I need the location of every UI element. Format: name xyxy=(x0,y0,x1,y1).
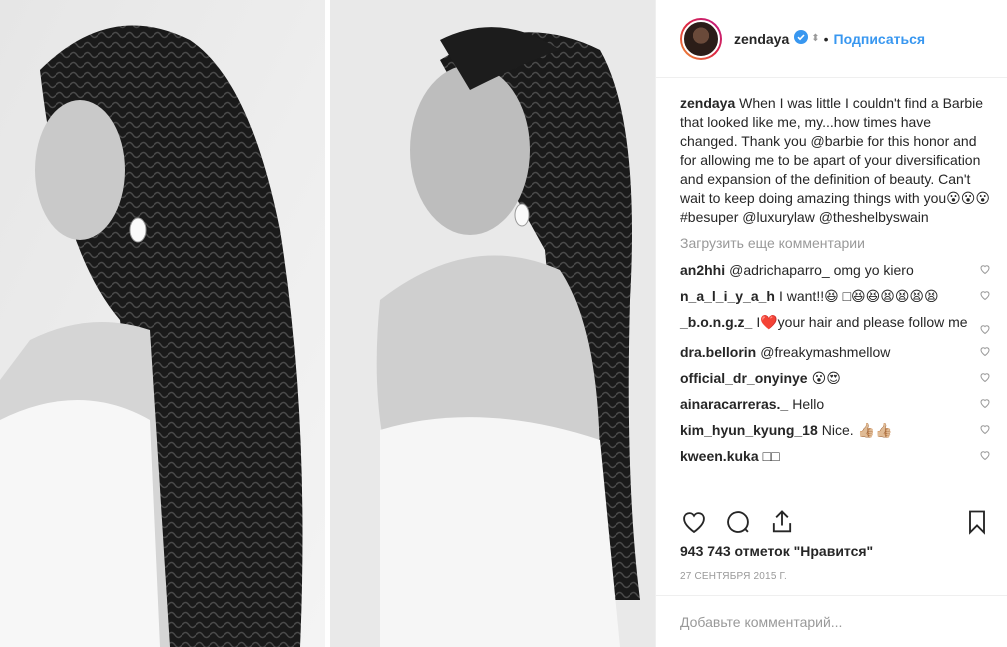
like-comment-heart-icon[interactable] xyxy=(979,449,991,461)
comments-list: zendaya When I was little I couldn't fin… xyxy=(656,78,1007,498)
like-comment-heart-icon[interactable] xyxy=(979,371,991,383)
like-comment-heart-icon[interactable] xyxy=(979,323,991,335)
like-comment-heart-icon[interactable] xyxy=(979,423,991,435)
likes-count[interactable]: 943 743 отметок "Нравится" xyxy=(680,543,873,559)
comment-username[interactable]: dra.bellorin xyxy=(680,344,756,360)
comment-row: dra.bellorin @freakymashmellow xyxy=(680,339,991,365)
avatar[interactable] xyxy=(680,17,722,60)
comment-username[interactable]: kim_hyun_kyung_18 xyxy=(680,422,818,438)
comment-username[interactable]: ainaracarreras._ xyxy=(680,396,788,412)
comment-row: kim_hyun_kyung_18 Nice. 👍🏼👍🏼 xyxy=(680,417,991,443)
share-icon[interactable] xyxy=(768,508,796,536)
like-comment-heart-icon[interactable] xyxy=(979,345,991,357)
like-comment-heart-icon[interactable] xyxy=(979,289,991,301)
post-image-illustration xyxy=(0,0,655,647)
comment-row: official_dr_onyinye 😮😍 xyxy=(680,365,991,391)
add-comment-placeholder[interactable]: Добавьте комментарий... xyxy=(680,614,842,630)
comment-row: _b.o.n.g.z_ I❤️your hair and please follo… xyxy=(680,309,991,339)
comment-text: I❤️your hair and please follow me xyxy=(756,314,968,330)
comment-text: 😮😍 xyxy=(811,370,841,386)
load-more-comments-button[interactable]: Загрузить еще комментарии xyxy=(680,235,991,251)
follow-button[interactable]: Подписаться xyxy=(834,31,926,47)
comment-text: @freakymashmellow xyxy=(760,344,891,360)
post-actions xyxy=(680,504,991,540)
post-sidebar: zendaya ⬍ • Подписаться zendaya When I w… xyxy=(655,0,1007,647)
comment-text: Nice. 👍🏼👍🏼 xyxy=(821,422,893,438)
post-caption: zendaya When I was little I couldn't fin… xyxy=(680,94,991,227)
like-comment-heart-icon[interactable] xyxy=(979,397,991,409)
comment-icon[interactable] xyxy=(724,508,752,536)
heart-icon[interactable] xyxy=(680,508,708,536)
comment-username[interactable]: an2hhi xyxy=(680,262,725,278)
comment-text: I want!!😆 □😆😆😫😫😫😫 xyxy=(778,288,939,304)
chevron-down-icon[interactable]: ⬍ xyxy=(811,33,819,44)
caption-text: When I was little I couldn't find a Barb… xyxy=(680,95,990,225)
like-comment-heart-icon[interactable] xyxy=(979,263,991,275)
comment-text: □□ xyxy=(762,448,780,464)
bookmark-icon[interactable] xyxy=(963,508,991,536)
caption-username[interactable]: zendaya xyxy=(680,95,735,111)
comment-username[interactable]: _b.o.n.g.z_ xyxy=(680,314,752,330)
post-date: 27 СЕНТЯБРЯ 2015 Г. xyxy=(680,571,787,582)
comment-text: Hello xyxy=(792,396,825,412)
comment-row: an2hhi @adrichaparro_ omg yo kiero xyxy=(680,257,991,283)
post-photo[interactable] xyxy=(0,0,655,647)
comment-row: ainaracarreras._ Hello xyxy=(680,391,991,417)
post-header: zendaya ⬍ • Подписаться xyxy=(656,0,1007,78)
comment-username[interactable]: official_dr_onyinye xyxy=(680,370,808,386)
comment-username[interactable]: kween.kuka xyxy=(680,448,759,464)
comment-row: kween.kuka □□ xyxy=(680,443,991,469)
comment-text: @adrichaparro_ omg yo kiero xyxy=(729,262,914,278)
comment-username[interactable]: n_a_l_i_y_a_h xyxy=(680,288,775,304)
add-comment-field[interactable]: Добавьте комментарий... xyxy=(656,595,1007,647)
verified-badge-icon xyxy=(794,30,809,47)
separator-dot: • xyxy=(823,30,829,47)
author-username[interactable]: zendaya xyxy=(734,31,789,47)
comment-row: n_a_l_i_y_a_h I want!!😆 □😆😆😫😫😫😫 xyxy=(680,283,991,309)
